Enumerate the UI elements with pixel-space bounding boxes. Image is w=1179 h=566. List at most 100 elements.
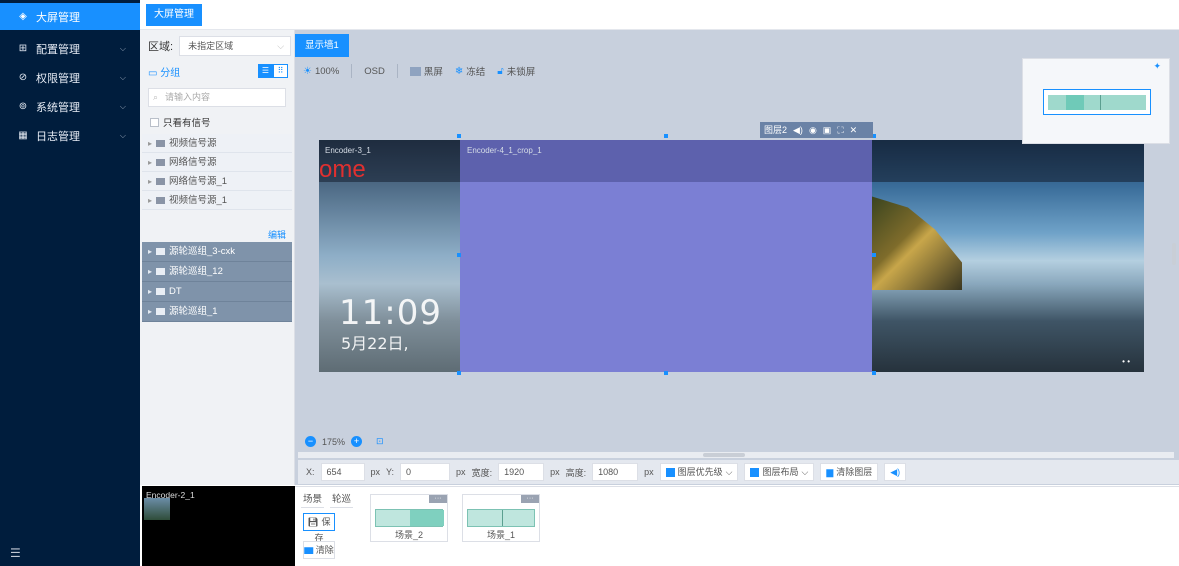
osd-button[interactable]: OSD	[364, 66, 385, 77]
checkbox[interactable]	[150, 117, 159, 127]
horizontal-scrollbar[interactable]	[298, 452, 1174, 458]
scene-thumbnail	[375, 509, 444, 527]
more-icon[interactable]: ···	[521, 495, 539, 503]
tree-node[interactable]: ▸ 视频信号源_1	[142, 191, 292, 210]
tab-screen[interactable]: 大屏管理	[146, 4, 202, 26]
width-input[interactable]: 1920	[498, 463, 545, 481]
unit-label: px	[550, 467, 560, 477]
zoom-in-icon[interactable]: +	[351, 436, 363, 447]
folder-icon	[156, 158, 166, 166]
sidebar-item-screen[interactable]: ◈ 大屏管理	[0, 3, 140, 30]
resize-handle[interactable]	[457, 134, 461, 138]
tree-node[interactable]: ▸ 网络信号源	[142, 153, 292, 172]
tab-poll[interactable]: 轮巡	[330, 489, 354, 508]
group-header: ▭ 分组 ☰ ⠿	[148, 62, 288, 80]
scroll-thumb[interactable]	[1172, 243, 1176, 265]
chevron-down-icon: ⌵	[119, 101, 126, 111]
tree-node[interactable]: ▸ 网络信号源_1	[142, 172, 292, 191]
sidebar-item-label: 权限管理	[36, 72, 80, 85]
wall-canvas[interactable]: Encoder-3_1 Encoder-4_1_crop_1 ome 11:09…	[319, 140, 1144, 372]
more-icon[interactable]: ···	[429, 495, 447, 503]
height-input[interactable]: 1080	[592, 463, 639, 481]
poll-node[interactable]: ▸ 源轮巡组_12	[142, 262, 292, 282]
tree-node[interactable]: ▸ 视频信号源	[142, 134, 292, 153]
poll-node[interactable]: ▸ 源轮巡组_1	[142, 302, 292, 322]
tab-display-wall[interactable]: 显示墙1	[295, 34, 349, 57]
caret-right-icon: ▸	[148, 195, 153, 205]
resize-handle[interactable]	[872, 253, 876, 257]
layer-layout-dropdown[interactable]: 图层布局 ⌵	[744, 463, 815, 481]
volume-icon[interactable]: ◀︎)	[793, 122, 803, 138]
zoom-out-icon[interactable]: −	[305, 436, 316, 447]
chevron-down-icon: ⌵	[119, 72, 126, 82]
resize-handle[interactable]	[664, 371, 668, 375]
volume-button[interactable]: ◀︎)	[884, 463, 907, 481]
lock-button[interactable]: 🔓︎ 未锁屏	[497, 64, 535, 79]
vertical-scrollbar[interactable]	[1170, 58, 1178, 453]
x-input[interactable]: 654	[320, 463, 365, 481]
pin-icon[interactable]: ✦	[1153, 61, 1161, 72]
folder-icon	[156, 248, 166, 255]
unlock-icon: 🔓︎	[497, 65, 504, 77]
clear-button[interactable]: ▆ 清除	[303, 541, 335, 559]
resize-handle[interactable]	[664, 134, 668, 138]
black-screen-button[interactable]: 黑屏	[409, 64, 443, 78]
group-label[interactable]: ▭ 分组	[148, 64, 180, 79]
brightness-control[interactable]: ☀ 100%	[303, 66, 339, 77]
sidebar-item-log[interactable]: ▦ 日志管理 ⌵	[0, 121, 140, 150]
video-date: 5月22日,	[341, 334, 409, 353]
list-view-icon[interactable]: ☰	[258, 64, 273, 78]
signal-preview[interactable]: Encoder-2_1	[142, 486, 295, 566]
clear-label: 清除	[315, 545, 334, 555]
save-button[interactable]: 💾︎ 保存	[303, 513, 335, 543]
tab-scene[interactable]: 场景	[301, 489, 325, 508]
width-label: 宽度:	[471, 467, 493, 478]
wall-toolbar: ☀ 100% OSD 黑屏 ❄ 冻结 🔓︎ 未锁屏	[295, 60, 535, 82]
minimap-content	[1048, 95, 1146, 110]
minimap-viewport[interactable]	[1043, 89, 1151, 115]
layer-properties: X: 654 px Y: 0 px 宽度: 1920 px 高度: 1080 p…	[298, 460, 1179, 484]
zoom-level: 175%	[322, 436, 346, 447]
resize-handle[interactable]	[457, 371, 461, 375]
layer-toolbar: 图层2 ◀︎) ◉ ▣ ⛶ ✕	[760, 122, 873, 138]
freeze-label: 冻结	[466, 67, 486, 78]
sidebar-item-permission[interactable]: ⊘ 权限管理 ⌵	[0, 63, 140, 92]
sidebar-item-label: 大屏管理	[36, 11, 80, 24]
eye-icon[interactable]: ◉	[809, 122, 817, 138]
sidebar-item-system[interactable]: ⊚ 系统管理 ⌵	[0, 92, 140, 121]
resize-handle[interactable]	[872, 371, 876, 375]
only-signal-checkbox[interactable]: 只看有信号	[150, 115, 211, 129]
poll-node[interactable]: ▸ 源轮巡组_3-cxk	[142, 242, 292, 262]
video-time: 11:09	[339, 293, 442, 333]
y-input[interactable]: 0	[400, 463, 451, 481]
sidebar-item-config[interactable]: ⊞ 配置管理 ⌵	[0, 34, 140, 63]
encoder-label: Encoder-3_1	[325, 146, 371, 155]
resize-handle[interactable]	[457, 253, 461, 257]
lock-icon[interactable]: ▣	[823, 122, 832, 138]
collapse-icon[interactable]: ☰	[10, 546, 21, 560]
fullscreen-icon[interactable]: ⛶	[837, 122, 843, 138]
fit-screen-icon[interactable]: ⊡	[376, 436, 384, 447]
layer-title: 图层2	[764, 125, 788, 135]
clear-layers-button[interactable]: ▆ 清除图层	[820, 463, 879, 481]
area-select[interactable]: 未指定区域 ⌵	[179, 36, 292, 56]
poll-node[interactable]: ▸ DT	[142, 282, 292, 302]
sidebar: ◈ 大屏管理 ⊞ 配置管理 ⌵ ⊘ 权限管理 ⌵ ⊚ 系统管理 ⌵ ▦ 日志管理…	[0, 0, 140, 566]
close-icon[interactable]: ✕	[850, 122, 858, 138]
y-label: Y:	[386, 467, 395, 477]
folder-icon	[156, 288, 166, 295]
scroll-thumb[interactable]	[703, 453, 745, 457]
signal-tree: ▸ 视频信号源 ▸ 网络信号源 ▸ 网络信号源_1 ▸ 视频信号源_1	[142, 134, 292, 210]
poll-tree: ▸ 源轮巡组_3-cxk ▸ 源轮巡组_12 ▸ DT ▸ 源轮巡组_1	[142, 242, 292, 322]
edit-link[interactable]: 编辑	[268, 228, 286, 241]
preview-label: Encoder-2_1	[146, 490, 195, 500]
brightness-icon: ☀	[303, 65, 312, 77]
folder-icon	[156, 196, 166, 204]
freeze-button[interactable]: ❄ 冻结	[455, 64, 486, 79]
layer-priority-dropdown[interactable]: 图层优先级 ⌵	[659, 463, 739, 481]
permission-icon: ⊘	[18, 72, 28, 83]
chevron-down-icon: ⌵	[801, 467, 809, 477]
grid-view-icon[interactable]: ⠿	[273, 64, 288, 78]
search-input[interactable]: ⌕ 请输入内容	[148, 88, 286, 107]
minimap[interactable]: ✦	[1022, 58, 1170, 144]
